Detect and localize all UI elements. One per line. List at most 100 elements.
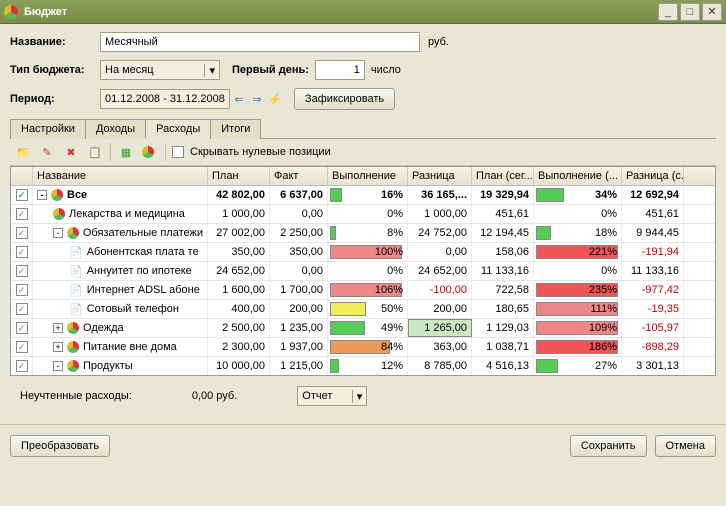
chevron-down-icon: ▾ xyxy=(204,64,215,77)
titlebar: Бюджет _ □ ✕ xyxy=(0,0,726,24)
separator xyxy=(110,143,111,161)
col-razn2[interactable]: Разница (с... xyxy=(622,167,684,185)
row-checkbox[interactable]: ✓ xyxy=(16,208,28,220)
report-button[interactable]: Отчет▾ xyxy=(297,386,367,406)
row-checkbox[interactable]: ✓ xyxy=(16,341,28,353)
row-name: Все xyxy=(67,189,87,201)
table-row[interactable]: ✓📄Аннуитет по ипотеке24 652,000,000%24 6… xyxy=(11,262,715,281)
name-input[interactable] xyxy=(100,32,420,52)
table-row[interactable]: ✓-Все42 802,006 637,0016%36 165,...19 32… xyxy=(11,186,715,205)
col-plan[interactable]: План xyxy=(208,167,270,185)
chart-icon[interactable] xyxy=(141,143,159,161)
folder-icon[interactable]: 📁 xyxy=(14,143,32,161)
firstday-label: Первый день: xyxy=(232,64,309,76)
currency-label: руб. xyxy=(428,36,449,48)
col-vyp2[interactable]: Выполнение (... xyxy=(534,167,622,185)
close-button[interactable]: ✕ xyxy=(702,3,722,21)
row-checkbox[interactable]: ✓ xyxy=(16,189,28,201)
type-select[interactable]: На месяц▾ xyxy=(100,60,220,80)
lightning-icon[interactable]: ⚡ xyxy=(266,90,284,108)
row-name: Лекарства и медицина xyxy=(69,208,185,220)
table-row[interactable]: ✓Лекарства и медицина1 000,000,000%1 000… xyxy=(11,205,715,224)
row-checkbox[interactable]: ✓ xyxy=(16,284,28,296)
col-fact[interactable]: Факт xyxy=(270,167,328,185)
row-checkbox[interactable]: ✓ xyxy=(16,246,28,258)
minimize-button[interactable]: _ xyxy=(658,3,678,21)
row-name: Абонентская плата те xyxy=(87,246,199,258)
table-row[interactable]: ✓📄Абонентская плата те350,00350,00100%0,… xyxy=(11,243,715,262)
hide-zero-label: Скрывать нулевые позиции xyxy=(190,146,331,158)
table-row[interactable]: ✓+Питание вне дома2 300,001 937,0084%363… xyxy=(11,338,715,357)
category-icon xyxy=(53,208,65,220)
app-icon xyxy=(4,5,18,19)
bottom-buttons: Преобразовать Сохранить Отмена xyxy=(0,424,726,467)
period-label: Период: xyxy=(10,93,100,105)
col-vyp[interactable]: Выполнение xyxy=(328,167,408,185)
excel-icon[interactable]: ▦ xyxy=(117,143,135,161)
row-checkbox[interactable]: ✓ xyxy=(16,303,28,315)
row-name: Обязательные платежи xyxy=(83,227,203,239)
table-row[interactable]: ✓+Одежда2 500,001 235,0049%1 265,001 129… xyxy=(11,319,715,338)
expand-icon[interactable]: + xyxy=(53,323,63,333)
document-icon: 📄 xyxy=(69,265,83,278)
untracked-label: Неучтенные расходы: xyxy=(20,390,132,402)
expand-icon[interactable]: + xyxy=(53,342,63,352)
table-row[interactable]: ✓-Продукты10 000,001 215,0012%8 785,004 … xyxy=(11,357,715,376)
hide-zero-checkbox[interactable] xyxy=(172,146,184,158)
separator xyxy=(165,143,166,161)
grid[interactable]: Название План Факт Выполнение Разница Пл… xyxy=(10,166,716,376)
footer-row: Неучтенные расходы: 0,00 руб. Отчет▾ xyxy=(10,376,716,416)
edit-icon[interactable]: ✎ xyxy=(38,143,56,161)
cancel-button[interactable]: Отмена xyxy=(655,435,716,457)
expand-icon[interactable]: - xyxy=(53,228,63,238)
table-row[interactable]: ✓📄Сотовый телефон400,00200,0050%200,0018… xyxy=(11,300,715,319)
category-icon xyxy=(51,189,63,201)
row-name: Аннуитет по ипотеке xyxy=(87,265,192,277)
document-icon: 📄 xyxy=(69,284,83,297)
row-name: Продукты xyxy=(83,360,133,372)
row-checkbox[interactable]: ✓ xyxy=(16,360,28,372)
period-select[interactable]: 01.12.2008 - 31.12.2008 xyxy=(100,89,230,109)
col-plans[interactable]: План (сег... xyxy=(472,167,534,185)
tabs: Настройки Доходы Расходы Итоги xyxy=(10,118,716,139)
category-icon xyxy=(67,360,79,372)
row-checkbox[interactable]: ✓ xyxy=(16,265,28,277)
row-name: Сотовый телефон xyxy=(87,303,179,315)
row-checkbox[interactable]: ✓ xyxy=(16,322,28,334)
tab-settings[interactable]: Настройки xyxy=(10,119,86,139)
category-icon xyxy=(67,341,79,353)
transform-button[interactable]: Преобразовать xyxy=(10,435,110,457)
col-name[interactable]: Название xyxy=(33,167,208,185)
row-checkbox[interactable]: ✓ xyxy=(16,227,28,239)
row-name: Интернет ADSL абоне xyxy=(87,284,200,296)
category-icon xyxy=(67,322,79,334)
firstday-input[interactable] xyxy=(315,60,365,80)
window-title: Бюджет xyxy=(24,6,656,18)
copy-icon[interactable]: 📋 xyxy=(86,143,104,161)
expand-icon[interactable]: - xyxy=(37,190,47,200)
tab-totals[interactable]: Итоги xyxy=(210,119,261,139)
chevron-down-icon: ▾ xyxy=(352,390,363,403)
next-arrow-icon[interactable]: ⇒ xyxy=(248,90,266,108)
table-row[interactable]: ✓📄Интернет ADSL абоне1 600,001 700,00106… xyxy=(11,281,715,300)
maximize-button[interactable]: □ xyxy=(680,3,700,21)
type-label: Тип бюджета: xyxy=(10,64,100,76)
row-name: Питание вне дома xyxy=(83,341,177,353)
form-area: Название: руб. Тип бюджета: На месяц▾ Пе… xyxy=(0,24,726,424)
untracked-value: 0,00 руб. xyxy=(192,390,237,402)
table-row[interactable]: ✓-Обязательные платежи27 002,002 250,008… xyxy=(11,224,715,243)
col-razn[interactable]: Разница xyxy=(408,167,472,185)
expand-icon[interactable]: - xyxy=(53,361,63,371)
grid-header: Название План Факт Выполнение Разница Пл… xyxy=(11,167,715,186)
row-name: Одежда xyxy=(83,322,124,334)
prev-arrow-icon[interactable]: ⇐ xyxy=(230,90,248,108)
tab-expenses[interactable]: Расходы xyxy=(145,119,211,139)
fix-button[interactable]: Зафиксировать xyxy=(294,88,395,110)
firstday-unit: число xyxy=(371,64,401,76)
save-button[interactable]: Сохранить xyxy=(570,435,647,457)
category-icon xyxy=(67,227,79,239)
document-icon: 📄 xyxy=(69,303,83,316)
tab-income[interactable]: Доходы xyxy=(85,119,146,139)
toolbar: 📁 ✎ ✖ 📋 ▦ Скрывать нулевые позиции xyxy=(10,139,716,166)
delete-icon[interactable]: ✖ xyxy=(62,143,80,161)
